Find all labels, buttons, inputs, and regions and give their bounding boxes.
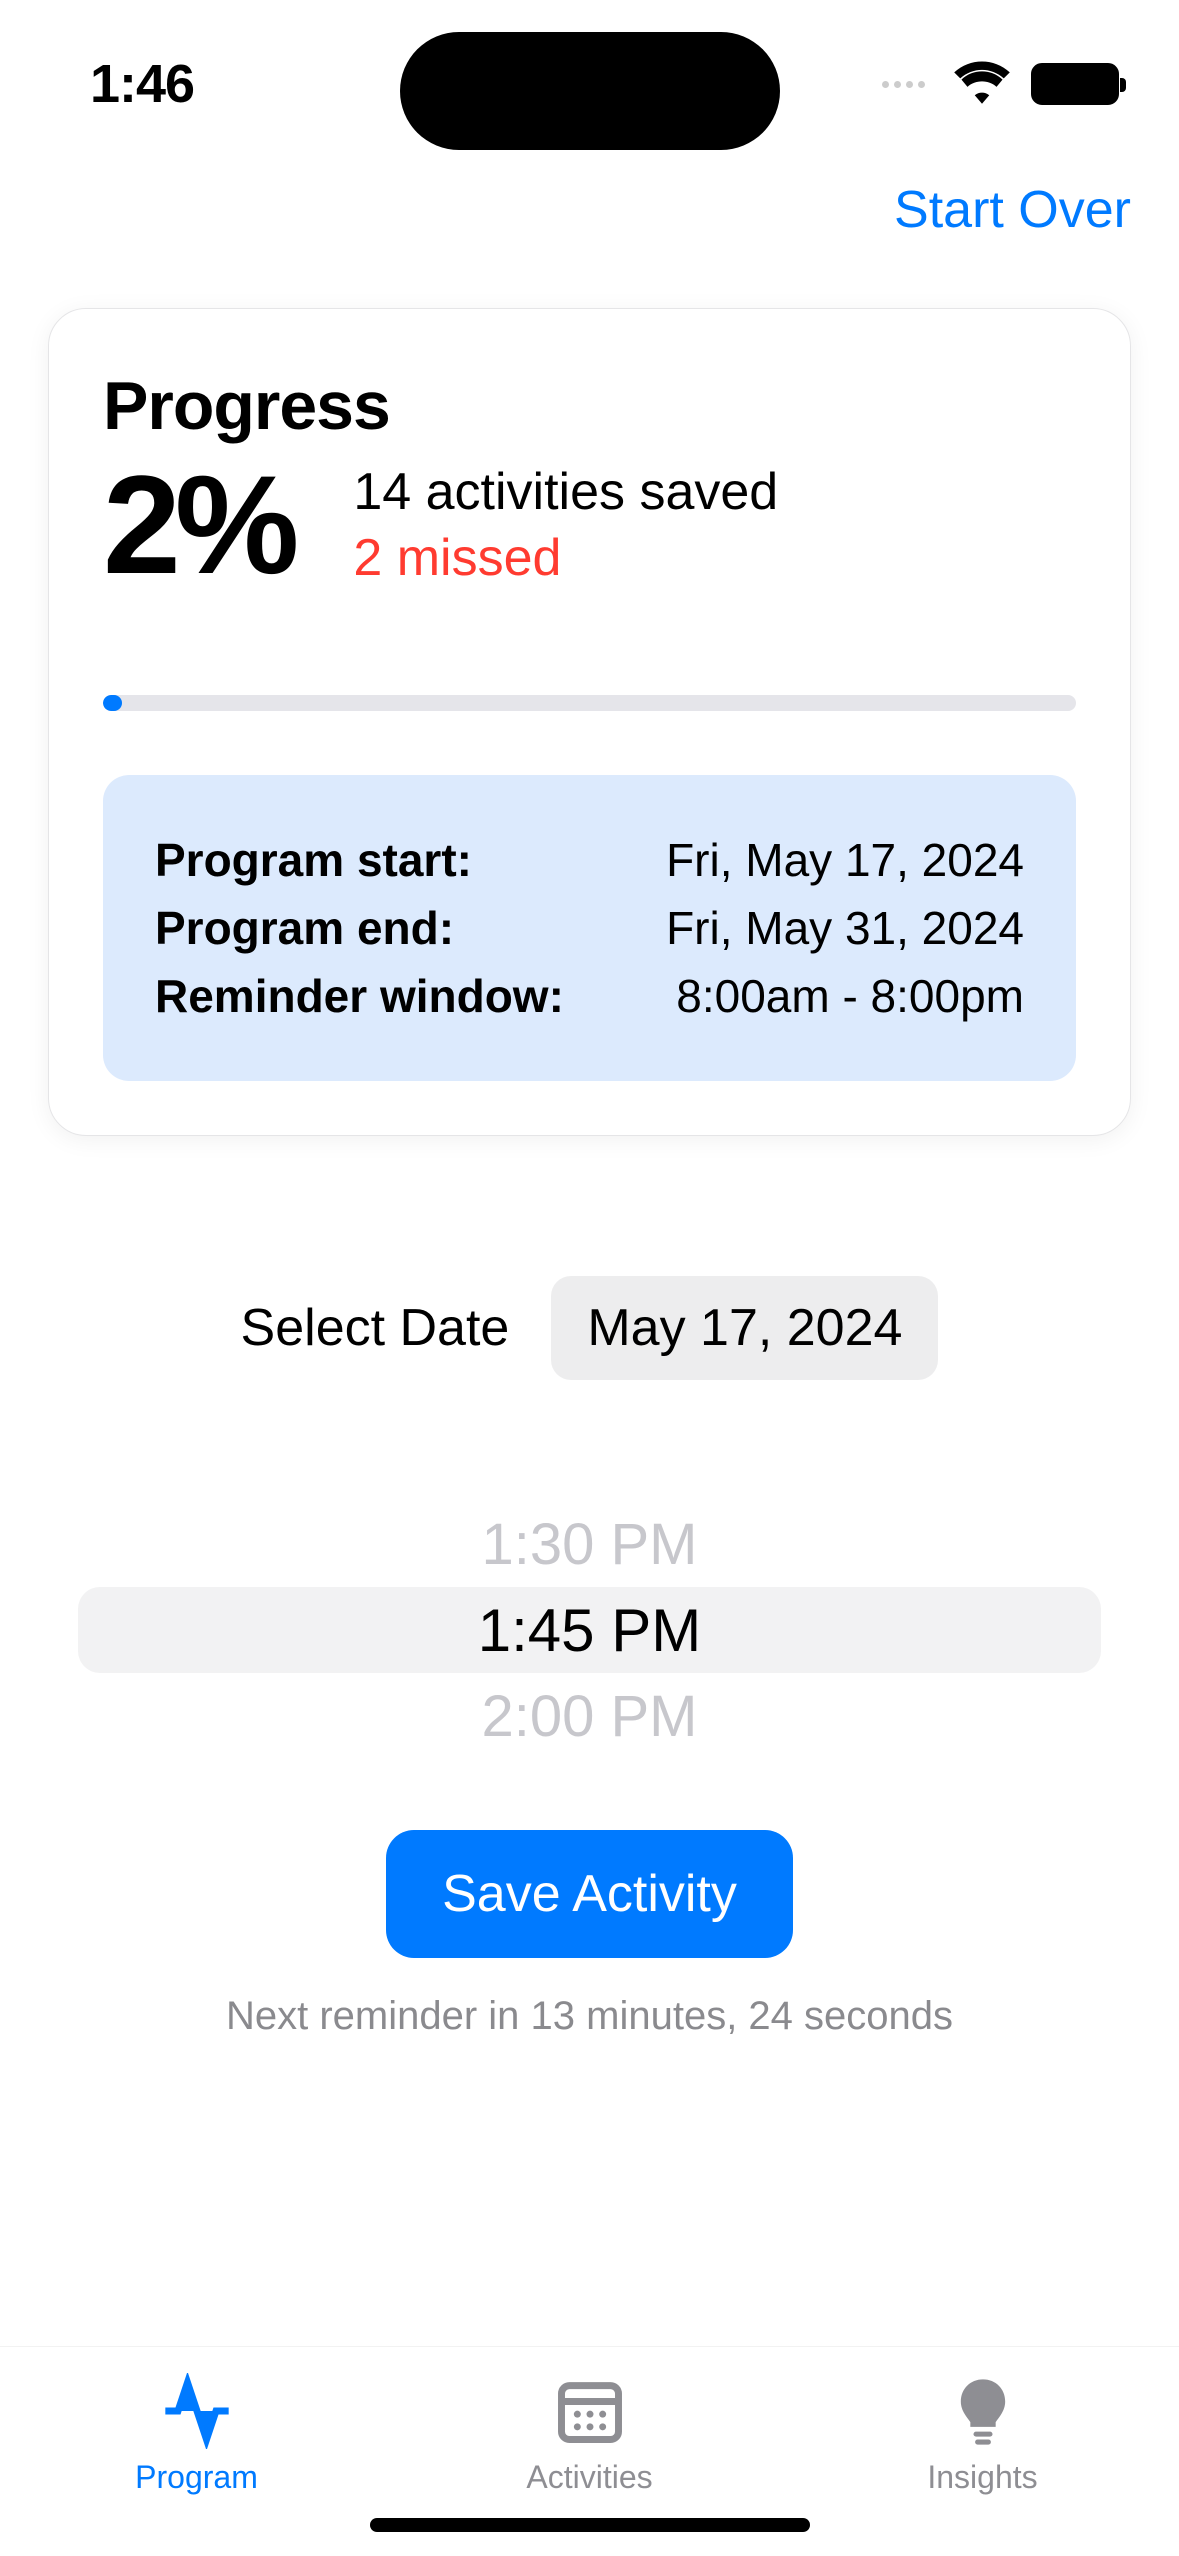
progress-percent: 2%: [103, 455, 293, 595]
reminder-window-label: Reminder window:: [155, 969, 564, 1023]
date-picker-chip[interactable]: May 17, 2024: [551, 1276, 938, 1380]
select-date-row: Select Date May 17, 2024: [0, 1276, 1179, 1380]
status-right: [882, 60, 1119, 109]
save-row: Save Activity: [0, 1830, 1179, 1958]
progress-title: Progress: [103, 367, 1076, 445]
program-end-label: Program end:: [155, 901, 454, 955]
progress-bar-fill: [103, 695, 122, 711]
tab-program-label: Program: [135, 2459, 258, 2496]
tab-insights-label: Insights: [927, 2459, 1037, 2496]
dynamic-island: [400, 32, 780, 150]
program-start-value: Fri, May 17, 2024: [666, 833, 1024, 887]
program-info-box: Program start: Fri, May 17, 2024 Program…: [103, 775, 1076, 1081]
progress-card: Progress 2% 14 activities saved 2 missed…: [48, 308, 1131, 1136]
calendar-icon: [552, 2373, 628, 2449]
tab-bar: Program Activities Insights: [0, 2346, 1179, 2556]
time-option-selected[interactable]: 1:45 PM: [78, 1587, 1101, 1673]
wifi-icon: [953, 60, 1011, 109]
lightbulb-icon: [945, 2373, 1021, 2449]
status-bar: 1:46: [0, 0, 1179, 130]
time-option-prev[interactable]: 1:30 PM: [78, 1501, 1101, 1587]
select-date-label: Select Date: [241, 1298, 510, 1358]
program-end-row: Program end: Fri, May 31, 2024: [155, 901, 1024, 955]
reminder-window-row: Reminder window: 8:00am - 8:00pm: [155, 969, 1024, 1023]
activities-missed: 2 missed: [353, 528, 1076, 588]
program-end-value: Fri, May 31, 2024: [666, 901, 1024, 955]
activity-pulse-icon: [159, 2373, 235, 2449]
program-start-row: Program start: Fri, May 17, 2024: [155, 833, 1024, 887]
activities-saved: 14 activities saved: [353, 462, 1076, 522]
time-option-next[interactable]: 2:00 PM: [78, 1673, 1101, 1759]
battery-icon: [1031, 63, 1119, 105]
tab-insights[interactable]: Insights: [786, 2347, 1179, 2556]
progress-bar: [103, 695, 1076, 711]
home-indicator[interactable]: [370, 2518, 810, 2532]
save-activity-button[interactable]: Save Activity: [386, 1830, 793, 1958]
reminder-window-value: 8:00am - 8:00pm: [676, 969, 1024, 1023]
next-reminder-text: Next reminder in 13 minutes, 24 seconds: [0, 1994, 1179, 2039]
tab-program[interactable]: Program: [0, 2347, 393, 2556]
cellular-dots-icon: [882, 81, 925, 88]
status-time: 1:46: [90, 53, 194, 115]
time-picker[interactable]: 1:30 PM 1:45 PM 2:00 PM: [78, 1500, 1101, 1760]
program-start-label: Program start:: [155, 833, 472, 887]
tab-activities-label: Activities: [526, 2459, 652, 2496]
start-over-button[interactable]: Start Over: [894, 180, 1131, 240]
